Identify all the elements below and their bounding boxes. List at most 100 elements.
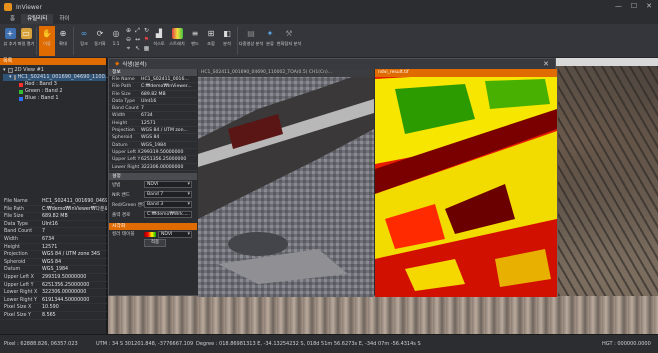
file-checkbox[interactable]	[13, 75, 16, 80]
one-to-one-button[interactable]: ◎ 1:1	[108, 26, 124, 56]
tab-high[interactable]: 하이	[53, 14, 75, 24]
classify-button[interactable]: ✦ 분류	[262, 26, 278, 56]
property-row: Upper Left X 299319.50000000	[109, 149, 197, 157]
property-row: Projection WGS 84 / UTM zone 34S	[0, 251, 107, 259]
dialog-icon: ◆	[115, 61, 120, 67]
fit-icon[interactable]: ⤢	[134, 27, 141, 34]
histogram-button[interactable]: ▟ 히스토	[151, 26, 167, 56]
pan-button[interactable]: ✋ 이동	[39, 26, 55, 56]
multi-image-button[interactable]: ▤ 다중영상 분석	[239, 26, 263, 56]
rotate-icon[interactable]: ↻	[143, 27, 150, 34]
method-field: 방법 NDVI ▾	[112, 181, 192, 189]
tree-item-band-blue[interactable]: Blue : Band 1	[3, 95, 106, 102]
combine-icon: ⊞	[207, 29, 215, 38]
property-row: Data Type UInt16	[109, 98, 197, 106]
ribbon-separator	[73, 27, 74, 55]
property-row: Upper Left Y 6251356.25000000	[109, 156, 197, 164]
link-button[interactable]: ∞ 링크	[76, 26, 92, 56]
property-row: File Path C:₩demo₩InViewer₩다운로...	[0, 206, 107, 214]
red-band-select[interactable]: Band 3 ▾	[144, 201, 192, 209]
output-path-input[interactable]: C:₩demo₩Wrk...…	[144, 211, 192, 219]
view-checkbox[interactable]	[7, 68, 13, 73]
ndvi-result-pane[interactable]: ndvi_result.tif	[375, 69, 557, 297]
title-bar: InViewer — ☐ ✕	[0, 0, 658, 14]
chevron-down-icon: ▾	[9, 74, 12, 80]
dialog-title-bar[interactable]: ◆ 식생(분석) ✕	[109, 59, 555, 69]
apply-button[interactable]: 적용	[144, 238, 166, 247]
link-icon: ∞	[80, 29, 88, 38]
vegetation-analysis-dialog: ◆ 식생(분석) ✕ 정보 File Name HC1_S02411_0016..…	[108, 58, 557, 297]
pixel-coordinates: Pixel : 62888.826, 06357.023	[4, 341, 78, 347]
zoom-icon[interactable]: ⊕	[125, 27, 132, 34]
flag-icon[interactable]: ⚑	[143, 36, 150, 43]
zoom-in-button[interactable]: ⊕ 확대	[55, 26, 71, 56]
band-button[interactable]: ≡ 밴드	[187, 26, 203, 56]
band-label: Red : Band 3	[25, 81, 57, 87]
tree-item-band-green[interactable]: Green : Band 2	[3, 88, 106, 95]
band-label: Green : Band 2	[25, 88, 63, 94]
source-image-pane[interactable]: HC1_S02411_001690_04690_110002_TOA(0.5) …	[198, 69, 374, 297]
maximize-button[interactable]: ☐	[631, 2, 637, 10]
property-row: Lower Right Y 6191344.50000000	[0, 297, 107, 305]
close-icon[interactable]: ✕	[543, 60, 549, 68]
property-row: File Name HC1_S02411_001690_0469...	[0, 198, 107, 206]
open-file-button[interactable]: ▭ 파일 열기	[18, 26, 34, 56]
method-select[interactable]: NDVI ▾	[144, 181, 192, 189]
move-icon[interactable]: ↔	[134, 36, 141, 43]
property-row: Height 12571	[109, 120, 197, 128]
property-row: Lower Right X 322306.00000000	[0, 289, 107, 297]
multi-image-icon: ▤	[247, 29, 255, 38]
analysis-button[interactable]: ◧ 분석	[219, 26, 235, 56]
tree-item-band-red[interactable]: Red : Band 3	[3, 81, 106, 88]
dialog-sidebar: 정보 File Name HC1_S02411_0016... File Path…	[109, 69, 197, 297]
ellipsis-icon[interactable]: …	[185, 212, 190, 217]
add-view-button[interactable]: + 뷰 추가	[2, 26, 18, 56]
property-row: File Path C:₩demo₩InViewer...	[109, 83, 197, 91]
chevron-down-icon: ▾	[187, 230, 190, 237]
grid-icon[interactable]: ▦	[143, 45, 150, 52]
tree-item-file[interactable]: ▾ HC1_S02411_001690_04690_1100...	[3, 74, 110, 81]
map-bottom-imagery	[108, 296, 658, 334]
nir-band-select[interactable]: Band 7 ▾	[144, 191, 192, 199]
view-label: 2D View #1	[14, 67, 44, 73]
minimize-button[interactable]: —	[615, 2, 622, 10]
property-row: Datum WGS_1984	[109, 142, 197, 149]
change-detect-icon: ⚒	[285, 29, 293, 38]
terrain-texture	[558, 66, 658, 296]
window-title: InViewer	[16, 3, 42, 11]
close-button[interactable]: ✕	[646, 2, 652, 10]
combine-button[interactable]: ⊞ 조합	[203, 26, 219, 56]
chevron-down-icon: ▾	[3, 67, 6, 73]
red-band-field: Red/Green 밴드 Band 3 ▾	[112, 201, 192, 209]
zoom-out-icon[interactable]: ⊖	[125, 36, 132, 43]
property-row: Datum WGS_1984	[0, 266, 107, 274]
sync-icon: ⟳	[96, 29, 104, 38]
zoom-in-icon: ⊕	[59, 29, 67, 38]
color-table-select[interactable]: NDVI ▾	[158, 230, 192, 238]
property-row: Pixel Size X 10.590	[0, 304, 107, 312]
tree-item-view[interactable]: ▾ 2D View #1	[3, 67, 106, 74]
band-color-swatch	[19, 82, 23, 87]
sync-button[interactable]: ⟳ 동기화	[92, 26, 108, 56]
add-view-icon: +	[4, 28, 16, 39]
property-row: Band Count 7	[109, 105, 197, 113]
file-label: HC1_S02411_001690_04690_1100...	[17, 74, 110, 80]
tab-home[interactable]: 홈	[4, 14, 21, 24]
property-row: Height 12571	[0, 244, 107, 252]
change-detect-button[interactable]: ⚒ 변화탐지 분석	[277, 26, 301, 56]
histogram-icon: ▟	[155, 29, 163, 38]
tab-utility[interactable]: 유틸리티	[21, 14, 54, 24]
measure-icon[interactable]: ⌖	[125, 45, 132, 52]
property-row: Upper Left Y 6251356.25000000	[0, 282, 107, 290]
folder-open-icon: ▭	[20, 28, 32, 39]
app-logo-icon	[4, 3, 12, 11]
analysis-icon: ◧	[223, 29, 231, 38]
stretch-button[interactable]: 스트레치	[167, 26, 187, 56]
visualization-section-header: 시각화	[109, 222, 197, 230]
property-row: Band Count 7	[0, 228, 107, 236]
classify-icon: ✦	[266, 29, 274, 38]
pointer-icon[interactable]: ↖	[134, 45, 141, 52]
dialog-title: 식생(분석)	[122, 62, 147, 68]
property-row: Upper Left X 299319.50000000	[0, 274, 107, 282]
one-to-one-icon: ◎	[112, 29, 120, 38]
